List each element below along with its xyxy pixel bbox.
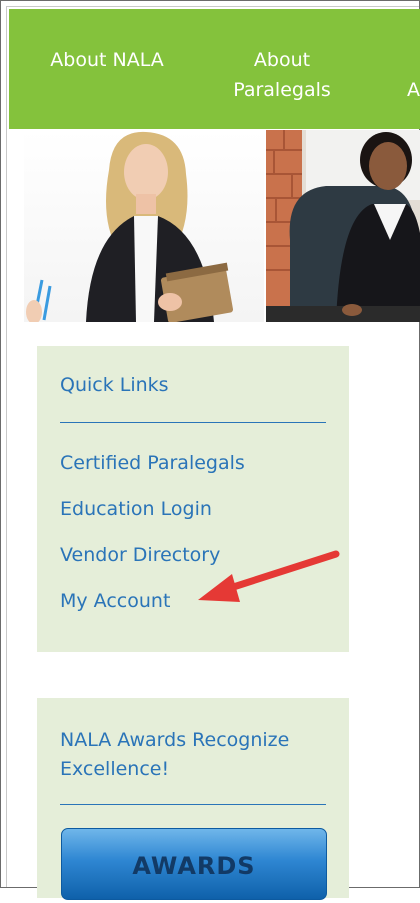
link-education-login[interactable]: Education Login [60,498,212,520]
red-arrow-annotation [198,550,340,602]
nav-item-about-paralegals[interactable]: About Paralegals [232,45,332,105]
nav-item-label: About NALA [50,49,164,71]
quick-links-heading: Quick Links [60,374,169,396]
nav-item-about-nala[interactable]: About NALA [42,45,172,75]
awards-panel: NALA Awards Recognize Excellence! AWARDS [37,698,349,900]
nav-item-label-line1: About [253,49,311,71]
divider [60,804,326,805]
nav-item-label-partial: A [407,79,420,101]
link-my-account[interactable]: My Account [60,590,170,612]
awards-button[interactable]: AWARDS [61,828,327,900]
awards-heading: NALA Awards Recognize Excellence! [60,729,290,780]
hero-banner [24,130,420,322]
divider [60,422,326,423]
main-nav: About NALA About Paralegals A [9,9,420,129]
hero-photo-woman-at-desk [266,130,420,322]
link-certified-paralegals[interactable]: Certified Paralegals [60,452,245,474]
nav-item-partial[interactable]: A [407,75,420,105]
hero-photo-woman-with-books [24,130,264,322]
nav-item-label-line2: Paralegals [233,79,331,101]
